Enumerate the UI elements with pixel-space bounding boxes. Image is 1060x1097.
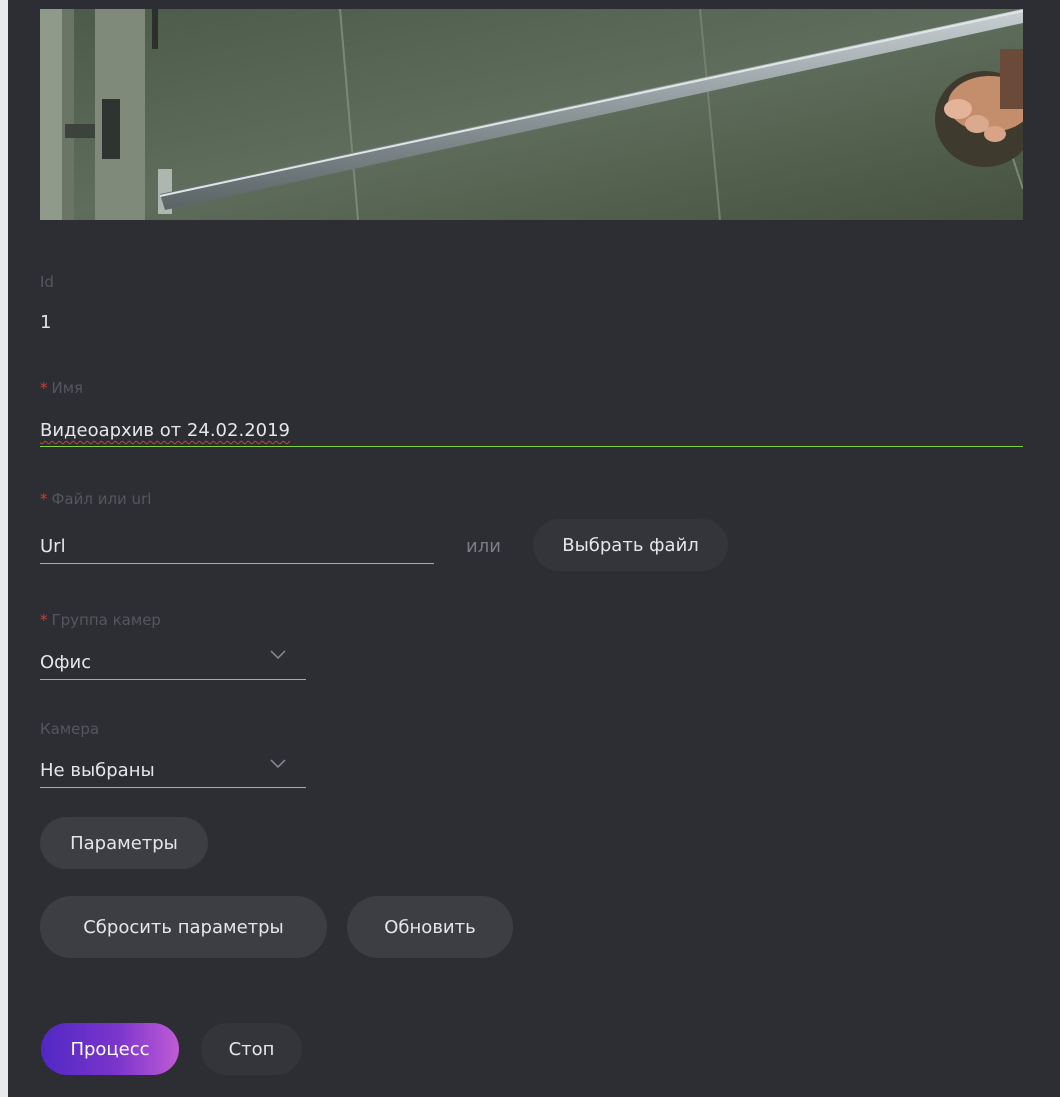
choose-file-button[interactable]: Выбрать файл [533,519,728,571]
refresh-button[interactable]: Обновить [347,896,513,958]
required-mark: * [40,490,48,508]
url-input[interactable]: Url [40,536,66,557]
url-input-underline [40,563,434,564]
camera-group-label: * Группа камер [40,611,161,629]
chevron-down-icon[interactable] [270,759,286,769]
or-text: или [466,536,501,557]
file-or-url-label: * Файл или url [40,490,152,508]
stop-button[interactable]: Стоп [201,1023,302,1075]
name-input-underline [40,446,1023,447]
id-value: 1 [40,312,52,333]
required-mark: * [40,611,48,629]
chevron-down-icon[interactable] [270,650,286,660]
video-preview-image [40,9,1023,220]
camera-group-underline [40,679,306,680]
camera-select[interactable]: Не выбраны [40,760,155,781]
required-mark: * [40,379,48,397]
params-button[interactable]: Параметры [40,817,208,869]
id-label: Id [40,273,54,291]
video-archive-form-panel: Id 1 * Имя Видеоархив от 24.02.2019 * Файл… [8,0,1060,1097]
reset-params-button[interactable]: Сбросить параметры [40,896,327,958]
camera-group-select[interactable]: Офис [40,652,91,673]
camera-underline [40,787,306,788]
name-input[interactable]: Видеоархив от 24.02.2019 [40,420,290,441]
name-label: * Имя [40,379,84,397]
process-button[interactable]: Процесс [41,1023,179,1075]
camera-label: Камера [40,720,100,738]
